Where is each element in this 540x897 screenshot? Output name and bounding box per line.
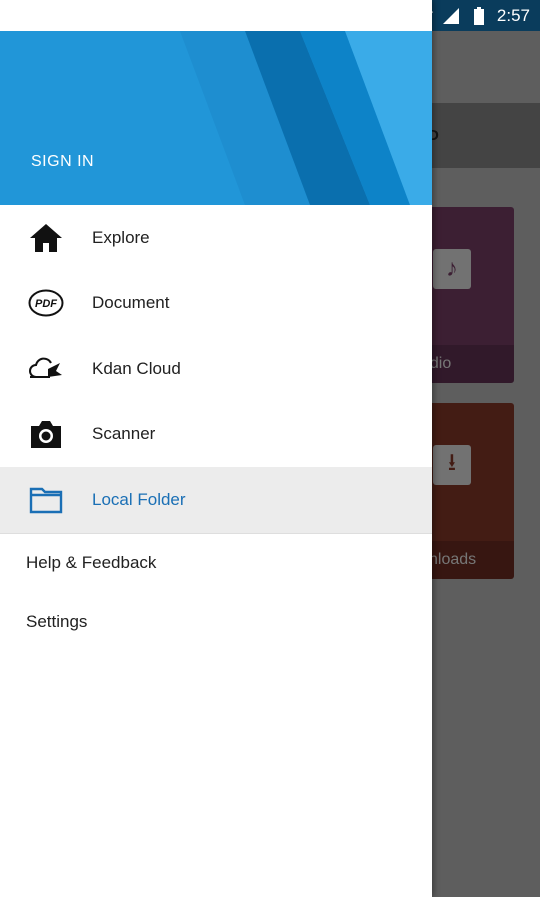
menu-item-label: Explore: [92, 227, 150, 247]
menu-item-kdan-cloud[interactable]: Kdan Cloud: [0, 336, 432, 402]
header-stripes: [180, 31, 432, 205]
folder-icon: [28, 482, 64, 518]
cellular-icon: [441, 7, 461, 25]
menu-item-label: Document: [92, 293, 170, 313]
clock: 2:57: [496, 5, 530, 25]
pdf-icon: PDF: [28, 285, 64, 321]
sign-in-link[interactable]: SIGN IN: [31, 153, 94, 171]
navigation-drawer: SIGN IN Explore PDF Document Kdan Cloud …: [0, 0, 432, 897]
cloud-icon: [28, 351, 64, 387]
drawer-header: SIGN IN: [0, 31, 432, 205]
menu-item-label: Local Folder: [92, 489, 186, 509]
pdf-icon-text: PDF: [35, 298, 57, 310]
menu-item-explore[interactable]: Explore: [0, 205, 432, 271]
camera-icon: [28, 416, 64, 452]
menu-item-label: Scanner: [92, 424, 156, 444]
menu-item-label: Kdan Cloud: [92, 358, 181, 378]
menu-item-local-folder[interactable]: Local Folder: [0, 467, 432, 533]
menu-item-help-feedback[interactable]: Help & Feedback: [0, 534, 432, 593]
menu-item-settings[interactable]: Settings: [0, 593, 432, 652]
home-icon: [28, 220, 64, 256]
battery-icon: [469, 6, 489, 25]
menu-item-document[interactable]: PDF Document: [0, 271, 432, 337]
menu-item-scanner[interactable]: Scanner: [0, 402, 432, 468]
drawer-menu: Explore PDF Document Kdan Cloud Scanner …: [0, 205, 432, 652]
